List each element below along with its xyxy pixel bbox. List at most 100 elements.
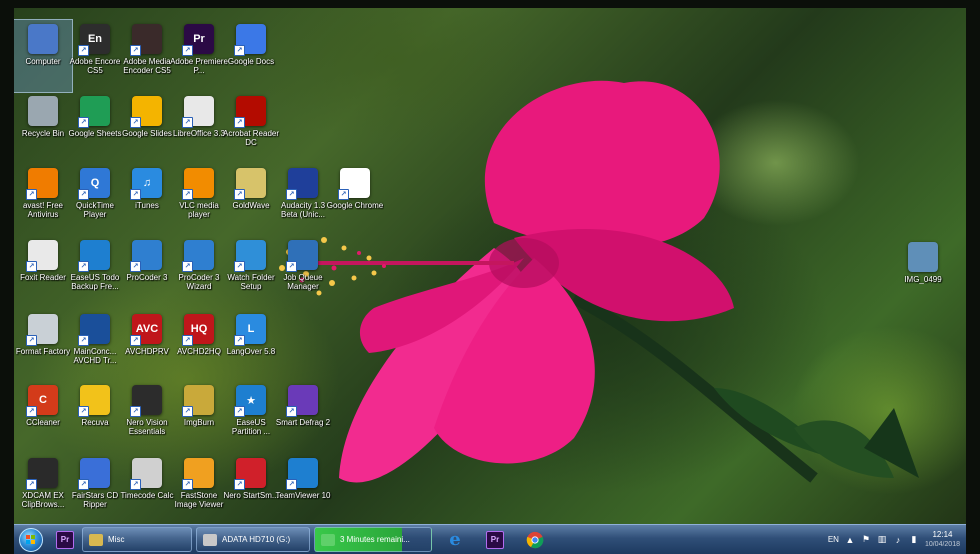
taskbar-app-premiere[interactable]: Pr — [482, 528, 508, 552]
desktop-icon-recycle-bin[interactable]: Recycle Bin — [14, 92, 72, 164]
clock-date: 10/04/2018 — [924, 540, 960, 548]
taskbar-app-chrome[interactable] — [522, 528, 548, 552]
clock[interactable]: 12:14 10/04/2018 — [925, 530, 960, 550]
desktop-icon-label: Format Factory — [15, 347, 71, 356]
desktop-icon-label: Recycle Bin — [21, 129, 65, 138]
desktop-icon-audacity[interactable]: ↗ Audacity 1.3 Beta (Unic... — [274, 164, 332, 236]
desktop-icon-adobe-media-encoder[interactable]: ↗ Adobe Media Encoder CS5 — [118, 20, 176, 92]
premiere-icon: Pr — [56, 530, 74, 549]
desktop-icon-label: EaseUS Todo Backup Fre... — [70, 273, 120, 291]
desktop-icon-nero-vision[interactable]: ↗ Nero Vision Essentials — [118, 381, 176, 453]
desktop-icon-imgburn[interactable]: ↗ ImgBurn — [170, 381, 228, 453]
desktop[interactable]: Computer En ↗ Adobe Encore CS5 ↗ Adobe Media … — [14, 8, 966, 524]
chevron-up-icon[interactable]: ▲ — [845, 535, 855, 545]
desktop-icon-job-queue[interactable]: ↗ Job Queue Manager — [274, 236, 332, 308]
recuva-icon: ↗ — [78, 385, 110, 417]
desktop-icon-label: Adobe Encore CS5 — [69, 57, 121, 75]
taskbar-pinned-premiere[interactable]: Pr — [52, 528, 78, 552]
desktop-icon-label: Google Chrome — [326, 201, 384, 210]
desktop-icon-label: QuickTime Player — [76, 201, 114, 219]
taskbar-task-misc[interactable]: Misc — [82, 527, 192, 552]
desktop-icon-itunes[interactable]: ♫ ↗ iTunes — [118, 164, 176, 236]
procoder3-icon: ↗ — [130, 240, 162, 272]
flag-icon[interactable]: ⚑ — [861, 534, 871, 545]
audacity-icon: ↗ — [286, 168, 318, 200]
libreoffice-icon: ↗ — [182, 96, 214, 128]
folder-icon — [89, 533, 103, 546]
desktop-icon-label: avast! Free Antivirus — [22, 201, 63, 219]
procoder3-wizard-icon: ↗ — [182, 240, 214, 272]
desktop-icon-label: Google Docs — [227, 57, 275, 66]
taskbar-task-adata[interactable]: ADATA HD710 (G:) — [196, 527, 310, 552]
desktop-icon-procoder3-wizard[interactable]: ↗ ProCoder 3 Wizard — [170, 236, 228, 308]
shortcut-arrow-icon: ↗ — [234, 335, 245, 346]
desktop-icon-langover[interactable]: L ↗ LangOver 5.8 — [222, 310, 280, 382]
foxit-reader-icon: ↗ — [26, 240, 58, 272]
desktop-icon-google-chrome[interactable]: ↗ Google Chrome — [326, 164, 384, 236]
desktop-icon-avast[interactable]: ↗ avast! Free Antivirus — [14, 164, 72, 236]
desktop-icon-watch-folder[interactable]: ↗ Watch Folder Setup — [222, 236, 280, 308]
desktop-icon-avchdprv[interactable]: AVC ↗ AVCHDPRV — [118, 310, 176, 382]
desktop-icon-label: IMG_0499 — [904, 275, 942, 284]
mainconcept-icon: ↗ — [78, 314, 110, 346]
adobe-media-encoder-icon: ↗ — [130, 24, 162, 56]
taskbar-task-copy-progress[interactable]: 3 Minutes remaini... — [314, 527, 432, 552]
desktop-icon-timecode-calc[interactable]: ↗ Timecode Calc — [118, 454, 176, 524]
desktop-icon-adobe-premiere[interactable]: Pr ↗ Adobe Premiere P... — [170, 20, 228, 92]
desktop-icon-xdcam[interactable]: ↗ XDCAM EX ClipBrows... — [14, 454, 72, 524]
desktop-icon-label: GoldWave — [232, 201, 270, 210]
desktop-icon-computer[interactable]: Computer — [14, 19, 73, 93]
desktop-icon-teamviewer[interactable]: ↗ TeamViewer 10 — [274, 454, 332, 524]
desktop-icon-google-sheets[interactable]: ↗ Google Sheets — [66, 92, 124, 164]
windows-logo-icon — [19, 527, 43, 552]
power-icon[interactable]: ▮ — [909, 534, 919, 545]
desktop-icon-img-file[interactable]: IMG_0499 — [894, 238, 952, 310]
desktop-icon-easeus-partition[interactable]: ★ ↗ EaseUS Partition ... — [222, 381, 280, 453]
desktop-icon-quicktime[interactable]: Q ↗ QuickTime Player — [66, 164, 124, 236]
desktop-icon-faststone[interactable]: ↗ FastStone Image Viewer — [170, 454, 228, 524]
language-indicator[interactable]: EN — [828, 535, 839, 544]
desktop-icon-acrobat-reader[interactable]: ↗ Acrobat Reader DC — [222, 92, 280, 164]
desktop-icon-foxit-reader[interactable]: ↗ Foxit Reader — [14, 236, 72, 308]
desktop-icon-format-factory[interactable]: ↗ Format Factory — [14, 310, 72, 382]
desktop-icon-fairstars[interactable]: ↗ FairStars CD Ripper — [66, 454, 124, 524]
desktop-icon-goldwave[interactable]: ↗ GoldWave — [222, 164, 280, 236]
xdcam-icon: ↗ — [26, 458, 58, 490]
avchdprv-icon: AVC ↗ — [130, 314, 162, 346]
desktop-icon-google-docs[interactable]: ↗ Google Docs — [222, 20, 280, 92]
computer-icon — [28, 24, 58, 54]
shortcut-arrow-icon: ↗ — [234, 45, 245, 56]
start-button[interactable] — [14, 526, 48, 553]
desktop-icon-libreoffice[interactable]: ↗ LibreOffice 3.3 — [170, 92, 228, 164]
desktop-icon-vlc[interactable]: ↗ VLC media player — [170, 164, 228, 236]
drive-icon — [203, 533, 217, 546]
google-docs-icon: ↗ — [234, 24, 266, 56]
avchd2hq-icon: HQ ↗ — [182, 314, 214, 346]
easeus-partition-icon: ★ ↗ — [234, 385, 266, 417]
shortcut-arrow-icon: ↗ — [130, 117, 141, 128]
taskbar-task-label: ADATA HD710 (G:) — [222, 535, 291, 544]
desktop-icon-label: LibreOffice 3.3 — [173, 129, 225, 138]
desktop-icon-ccleaner[interactable]: C ↗ CCleaner — [14, 381, 72, 453]
shortcut-arrow-icon: ↗ — [182, 45, 193, 56]
desktop-icon-recuva[interactable]: ↗ Recuva — [66, 381, 124, 453]
ccleaner-icon: C ↗ — [26, 385, 58, 417]
desktop-icon-easeus-todo[interactable]: ↗ EaseUS Todo Backup Fre... — [66, 236, 124, 308]
desktop-icon-label: Watch Folder Setup — [227, 273, 275, 291]
shortcut-arrow-icon: ↗ — [130, 45, 141, 56]
taskbar-app-ie[interactable]: e — [442, 528, 468, 552]
desktop-icon-procoder3[interactable]: ↗ ProCoder 3 — [118, 236, 176, 308]
desktop-icon-label: Audacity 1.3 Beta (Unic... — [280, 201, 326, 219]
desktop-icon-adobe-encore[interactable]: En ↗ Adobe Encore CS5 — [66, 20, 124, 92]
shortcut-arrow-icon: ↗ — [78, 479, 89, 490]
desktop-icon-smart-defrag[interactable]: ↗ Smart Defrag 2 — [274, 381, 332, 453]
desktop-icon-avchd2hq[interactable]: HQ ↗ AVCHD2HQ — [170, 310, 228, 382]
desktop-icon-mainconcept[interactable]: ↗ MainConc... AVCHD Tr... — [66, 310, 124, 382]
desktop-icon-nero-startsmart[interactable]: ↗ Nero StartSm... — [222, 454, 280, 524]
premiere-icon: Pr — [486, 530, 504, 549]
network-icon[interactable]: ▥ — [877, 534, 887, 545]
desktop-icon-google-slides[interactable]: ↗ Google Slides — [118, 92, 176, 164]
imgburn-icon: ↗ — [182, 385, 214, 417]
volume-icon[interactable]: ♪ — [893, 535, 903, 545]
google-chrome-icon: ↗ — [338, 168, 370, 200]
